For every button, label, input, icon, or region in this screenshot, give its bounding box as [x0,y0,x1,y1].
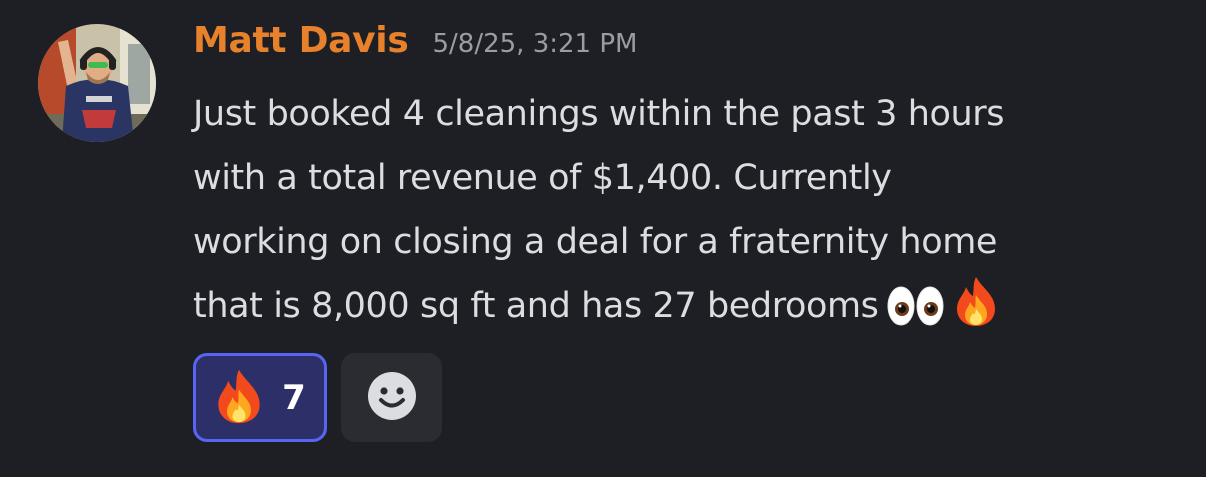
eyes-emoji-icon [887,284,945,348]
chat-message: Matt Davis 5/8/25, 3:21 PM Just booked 4… [0,0,1206,477]
avatar[interactable] [38,24,156,142]
message-body: Just booked 4 cleanings within the past … [193,82,1183,348]
message-line: Just booked 4 cleanings within the past … [193,94,1005,134]
timestamp[interactable]: 5/8/25, 3:21 PM [432,29,637,59]
message-line: with a total revenue of $1,400. Currentl… [193,158,892,198]
message-line-text: that is 8,000 sq ft and has 27 bedrooms [193,286,879,326]
message-line-last: that is 8,000 sq ft and has 27 bedrooms [193,274,1183,348]
reaction-fire[interactable]: 7 [193,353,327,442]
add-reaction-button[interactable] [341,353,442,442]
username[interactable]: Matt Davis [193,20,409,61]
message-header: Matt Davis 5/8/25, 3:21 PM [193,20,1183,76]
message-line: working on closing a deal for a fraterni… [193,222,998,262]
fire-emoji-icon [214,366,264,430]
fire-emoji-icon [953,275,999,348]
reaction-count: 7 [282,377,306,418]
smiley-add-reaction-icon [367,371,417,425]
message-content: Matt Davis 5/8/25, 3:21 PM Just booked 4… [193,20,1183,348]
user-avatar-photo-icon [38,24,156,142]
reactions-bar: 7 [193,353,442,442]
